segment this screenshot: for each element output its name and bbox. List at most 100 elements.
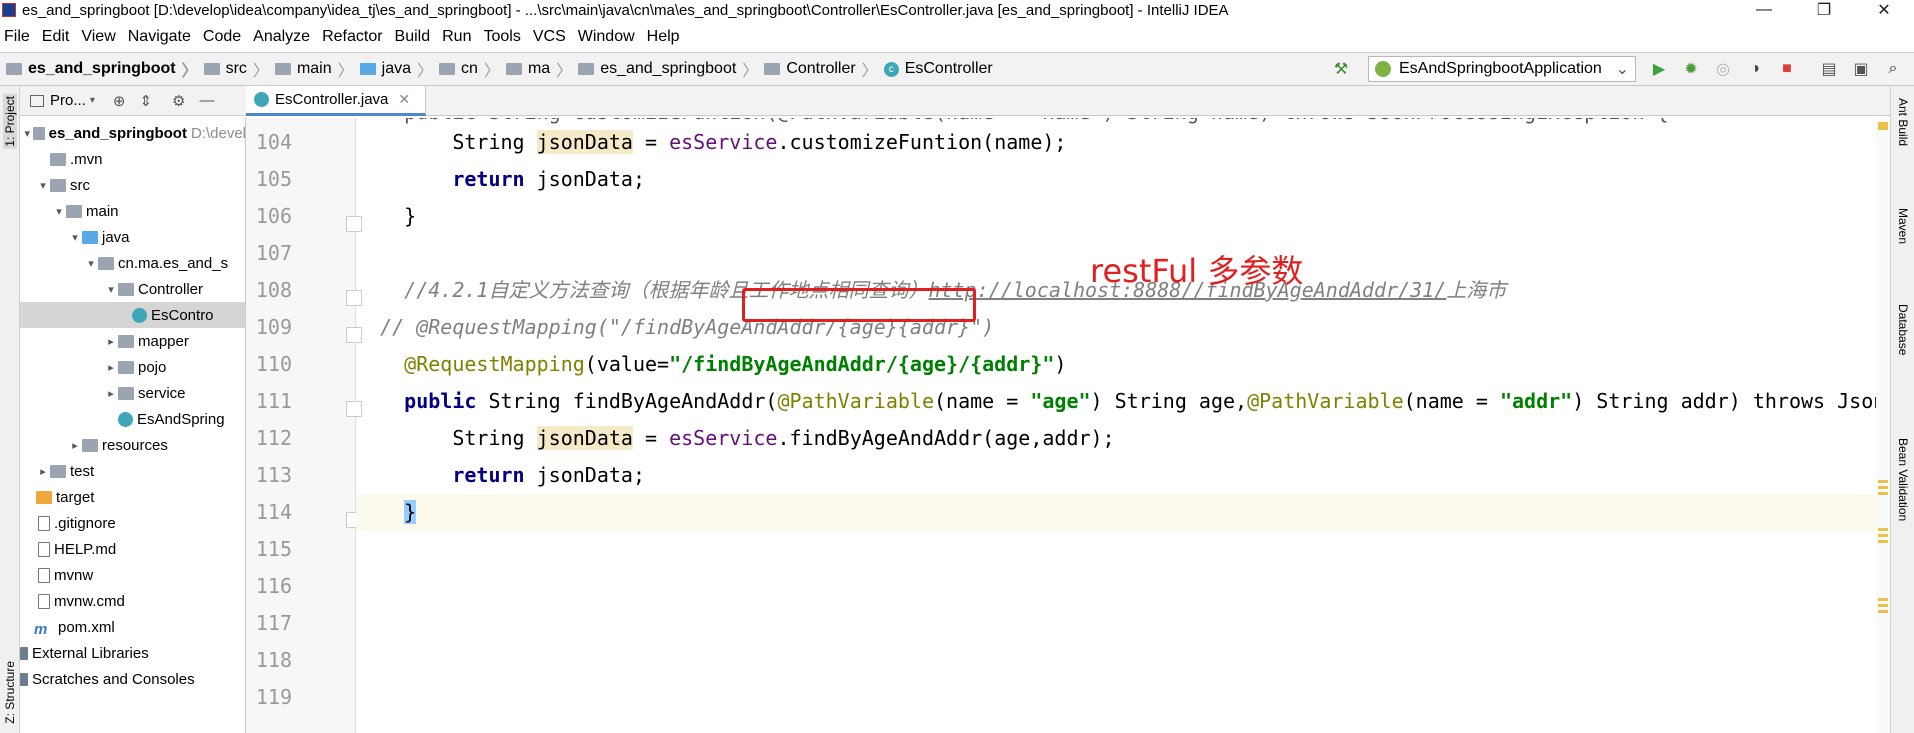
tab-escontroller[interactable]: EsController.java ✕ bbox=[246, 86, 426, 116]
breadcrumb-item-package[interactable]: es_and_springboot 〉 bbox=[578, 57, 758, 81]
highlight-marker[interactable] bbox=[1878, 492, 1888, 495]
tree-item[interactable]: .gitignore bbox=[20, 510, 245, 536]
coverage-icon[interactable]: ◎ bbox=[1712, 58, 1734, 80]
chevron-down-icon[interactable]: ▾ bbox=[84, 257, 98, 270]
tree-item[interactable]: ▾ cn.ma.es_and_s bbox=[20, 250, 245, 276]
layout-icon[interactable]: ▣ bbox=[1850, 58, 1872, 80]
tree-item-selected[interactable]: EsContro bbox=[20, 302, 245, 328]
menu-build[interactable]: Build bbox=[395, 28, 431, 46]
menu-edit[interactable]: Edit bbox=[42, 28, 70, 46]
profile-icon[interactable]: ◑ bbox=[1744, 58, 1766, 80]
breadcrumb-item-main[interactable]: main 〉 bbox=[274, 57, 354, 81]
highlight-marker[interactable] bbox=[1878, 610, 1888, 613]
tree-item[interactable]: ▾ java bbox=[20, 224, 245, 250]
menu-tools[interactable]: Tools bbox=[483, 28, 520, 46]
chevron-right-icon[interactable]: ▸ bbox=[104, 335, 118, 348]
project-view-select[interactable]: Pro... bbox=[50, 92, 86, 109]
menu-view[interactable]: View bbox=[81, 28, 115, 46]
collapse-all-icon[interactable]: ⇕ bbox=[139, 92, 152, 110]
menu-analyze[interactable]: Analyze bbox=[253, 28, 310, 46]
tree-item-label: test bbox=[70, 462, 95, 480]
chevron-down-icon[interactable]: ▾ bbox=[36, 179, 50, 192]
window-title: es_and_springboot [D:\develop\idea\compa… bbox=[22, 1, 1229, 19]
debug-icon[interactable]: ✹ bbox=[1680, 58, 1702, 80]
hide-icon[interactable]: — bbox=[200, 92, 215, 109]
build-hammer-icon[interactable]: ⚒ bbox=[1330, 58, 1352, 80]
right-tool-strip: Ant Build Maven Database Bean Validation bbox=[1890, 86, 1914, 733]
warning-marker[interactable] bbox=[1878, 122, 1888, 130]
error-stripe[interactable] bbox=[1876, 118, 1890, 733]
breadcrumb-item-src[interactable]: src 〉 bbox=[203, 57, 269, 81]
close-tab-icon[interactable]: ✕ bbox=[398, 91, 410, 108]
locate-icon[interactable]: ⊕ bbox=[113, 92, 126, 110]
menu-code[interactable]: Code bbox=[203, 28, 241, 46]
tree-item[interactable]: ▸ mapper bbox=[20, 328, 245, 354]
package-icon bbox=[118, 386, 134, 400]
menu-run[interactable]: Run bbox=[442, 28, 471, 46]
tree-item[interactable]: ▾ Controller bbox=[20, 276, 245, 302]
breadcrumb-item-escontroller[interactable]: c EsController bbox=[883, 60, 993, 78]
code-editor[interactable]: public String customizeFuntion(@PathVari… bbox=[356, 118, 1876, 733]
tree-item[interactable]: mvnw bbox=[20, 562, 245, 588]
maximize-button[interactable]: ❐ bbox=[1794, 0, 1854, 20]
menu-refactor[interactable]: Refactor bbox=[322, 28, 382, 46]
tree-item[interactable]: Scratches and Consoles bbox=[20, 666, 245, 692]
maven-tool-tab[interactable]: Maven bbox=[1896, 208, 1910, 244]
chevron-right-icon[interactable]: ▸ bbox=[104, 387, 118, 400]
highlight-marker[interactable] bbox=[1878, 604, 1888, 607]
tree-item[interactable]: HELP.md bbox=[20, 536, 245, 562]
chevron-down-icon[interactable]: ▾ bbox=[52, 205, 66, 218]
tree-item[interactable]: ▸ resources bbox=[20, 432, 245, 458]
database-tool-tab[interactable]: Database bbox=[1896, 304, 1910, 355]
minimize-button[interactable]: — bbox=[1734, 0, 1794, 20]
chevron-down-icon[interactable]: ▾ bbox=[104, 283, 118, 296]
menu-window[interactable]: Window bbox=[578, 28, 635, 46]
tree-item[interactable]: ▸ service bbox=[20, 380, 245, 406]
tree-item[interactable]: ▾ src bbox=[20, 172, 245, 198]
code-line-current: } bbox=[356, 494, 1876, 531]
structure-tool-tab[interactable]: Z: Structure bbox=[3, 661, 17, 724]
highlight-marker[interactable] bbox=[1878, 486, 1888, 489]
code-token: return bbox=[452, 167, 525, 191]
breadcrumb-item-controller[interactable]: Controller 〉 bbox=[764, 57, 878, 81]
tree-item[interactable]: m pom.xml bbox=[20, 614, 245, 640]
chevron-down-icon[interactable]: ▾ bbox=[22, 127, 33, 140]
chevron-down-icon[interactable]: ▾ bbox=[90, 95, 95, 106]
menu-help[interactable]: Help bbox=[647, 28, 680, 46]
project-structure-icon[interactable]: ▤ bbox=[1818, 58, 1840, 80]
search-icon[interactable]: ⌕ bbox=[1882, 58, 1904, 80]
menu-file[interactable]: File bbox=[4, 28, 30, 46]
close-button[interactable]: ✕ bbox=[1854, 0, 1914, 20]
highlight-marker[interactable] bbox=[1878, 528, 1888, 531]
chevron-right-icon[interactable]: ▸ bbox=[104, 361, 118, 374]
breadcrumb-item-project[interactable]: es_and_springboot 〉 bbox=[6, 57, 198, 81]
tree-item[interactable]: ▸ test bbox=[20, 458, 245, 484]
breadcrumb-item-cn[interactable]: cn 〉 bbox=[439, 57, 500, 81]
highlight-marker[interactable] bbox=[1878, 534, 1888, 537]
tree-item[interactable]: ▸ pojo bbox=[20, 354, 245, 380]
tree-item[interactable]: target bbox=[20, 484, 245, 510]
tree-item[interactable]: .mvn bbox=[20, 146, 245, 172]
menu-vcs[interactable]: VCS bbox=[533, 28, 566, 46]
highlight-marker[interactable] bbox=[1878, 598, 1888, 601]
ant-build-tool-tab[interactable]: Ant Build bbox=[1896, 98, 1910, 146]
stop-icon[interactable]: ■ bbox=[1776, 58, 1798, 80]
breadcrumb-item-ma[interactable]: ma 〉 bbox=[505, 57, 572, 81]
chevron-down-icon[interactable]: ▾ bbox=[68, 231, 82, 244]
tree-item[interactable]: ▾ es_and_springboot D:\devel bbox=[20, 120, 246, 146]
breadcrumb-item-java[interactable]: java 〉 bbox=[359, 57, 433, 81]
tree-item[interactable]: EsAndSpring bbox=[20, 406, 245, 432]
run-configuration-select[interactable]: EsAndSpringbootApplication ⌄ bbox=[1368, 56, 1636, 82]
highlight-marker[interactable] bbox=[1878, 480, 1888, 483]
highlight-marker[interactable] bbox=[1878, 540, 1888, 543]
chevron-right-icon[interactable]: ▸ bbox=[36, 465, 50, 478]
tree-item[interactable]: ▾ main bbox=[20, 198, 245, 224]
tree-item[interactable]: External Libraries bbox=[20, 640, 245, 666]
tree-item[interactable]: mvnw.cmd bbox=[20, 588, 245, 614]
chevron-right-icon[interactable]: ▸ bbox=[68, 439, 82, 452]
gear-icon[interactable]: ⚙ bbox=[172, 92, 185, 110]
menu-navigate[interactable]: Navigate bbox=[128, 28, 191, 46]
bean-validation-tool-tab[interactable]: Bean Validation bbox=[1896, 438, 1910, 521]
project-tool-tab[interactable]: 1: Project bbox=[3, 94, 17, 149]
run-icon[interactable]: ▶ bbox=[1648, 58, 1670, 80]
